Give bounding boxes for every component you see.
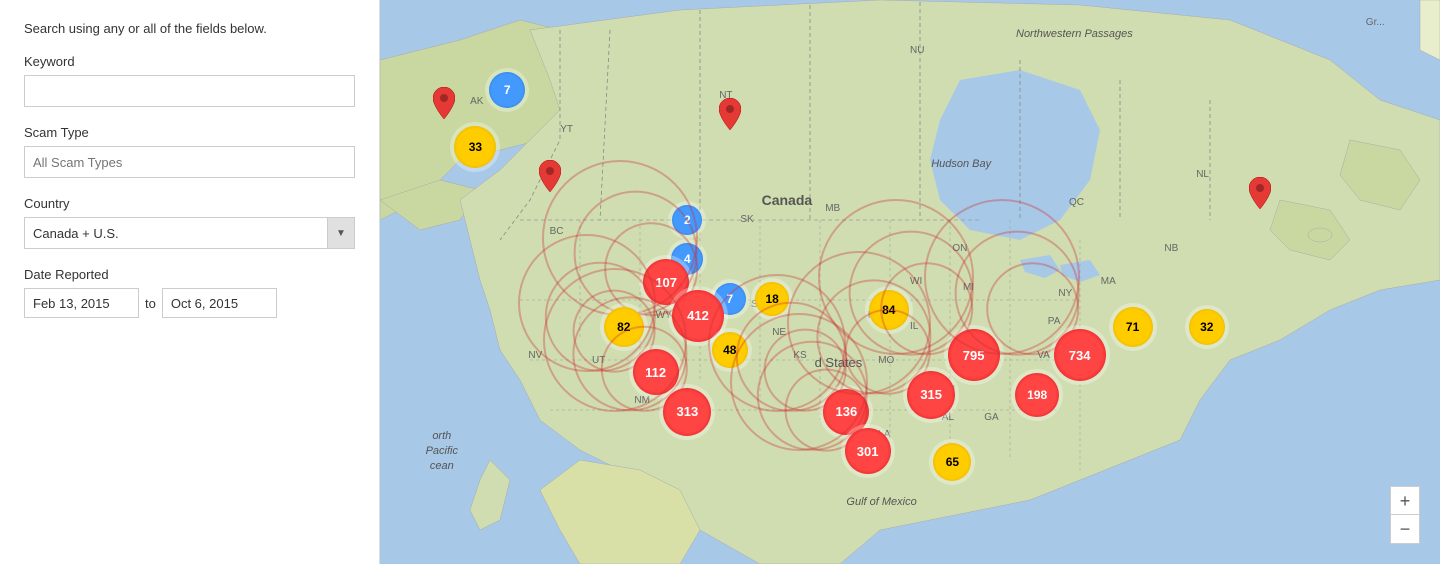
- scam-type-label: Scam Type: [24, 125, 355, 140]
- map-cluster-c11[interactable]: 48: [712, 332, 748, 368]
- map-cluster-c7[interactable]: 412: [672, 290, 724, 342]
- map-cluster-c1[interactable]: 7: [489, 72, 525, 108]
- keyword-label: Keyword: [24, 54, 355, 69]
- map-pin-p4[interactable]: [1249, 177, 1271, 214]
- date-field-group: Date Reported to: [24, 267, 355, 318]
- map-cluster-c16[interactable]: 795: [948, 329, 1000, 381]
- keyword-input[interactable]: [24, 75, 355, 107]
- sidebar: Search using any or all of the fields be…: [0, 0, 380, 564]
- date-from-input[interactable]: [24, 288, 139, 318]
- map-pin-p3[interactable]: [719, 98, 741, 135]
- country-select-wrapper: Canada + U.S.CanadaUnited StatesAll Coun…: [24, 217, 355, 249]
- sidebar-description: Search using any or all of the fields be…: [24, 20, 355, 38]
- map-cluster-c13[interactable]: 313: [663, 388, 711, 436]
- zoom-control: + −: [1390, 486, 1420, 544]
- map-cluster-c9[interactable]: 18: [755, 282, 789, 316]
- map-cluster-c22[interactable]: 65: [933, 443, 971, 481]
- country-select[interactable]: Canada + U.S.CanadaUnited StatesAll Coun…: [24, 217, 355, 249]
- map-background: [380, 0, 1440, 564]
- map-pin-p2[interactable]: [539, 160, 561, 197]
- scam-type-field-group: Scam Type: [24, 125, 355, 178]
- country-label: Country: [24, 196, 355, 211]
- date-label: Date Reported: [24, 267, 355, 282]
- map-cluster-c21[interactable]: 32: [1189, 309, 1225, 345]
- date-separator: to: [145, 296, 156, 311]
- zoom-out-button[interactable]: −: [1391, 515, 1419, 543]
- map-area[interactable]: AK YT NT NU BC AB SK MB ON QC NB NL Cana…: [380, 0, 1440, 564]
- map-cluster-c18[interactable]: 198: [1015, 373, 1059, 417]
- map-pin-p1[interactable]: [433, 87, 455, 124]
- date-row: to: [24, 288, 355, 318]
- map-cluster-c3[interactable]: 2: [672, 205, 702, 235]
- country-field-group: Country Canada + U.S.CanadaUnited States…: [24, 196, 355, 249]
- scam-type-input[interactable]: [24, 146, 355, 178]
- map-cluster-c19[interactable]: 301: [845, 428, 891, 474]
- date-to-input[interactable]: [162, 288, 277, 318]
- zoom-in-button[interactable]: +: [1391, 487, 1419, 515]
- map-cluster-c8[interactable]: 82: [604, 307, 644, 347]
- map-cluster-c15[interactable]: 315: [907, 371, 955, 419]
- map-cluster-c2[interactable]: 33: [454, 126, 496, 168]
- map-cluster-c20[interactable]: 71: [1113, 307, 1153, 347]
- map-cluster-c12[interactable]: 112: [633, 349, 679, 395]
- map-cluster-c10[interactable]: 84: [869, 290, 909, 330]
- keyword-field-group: Keyword: [24, 54, 355, 107]
- map-cluster-c17[interactable]: 734: [1054, 329, 1106, 381]
